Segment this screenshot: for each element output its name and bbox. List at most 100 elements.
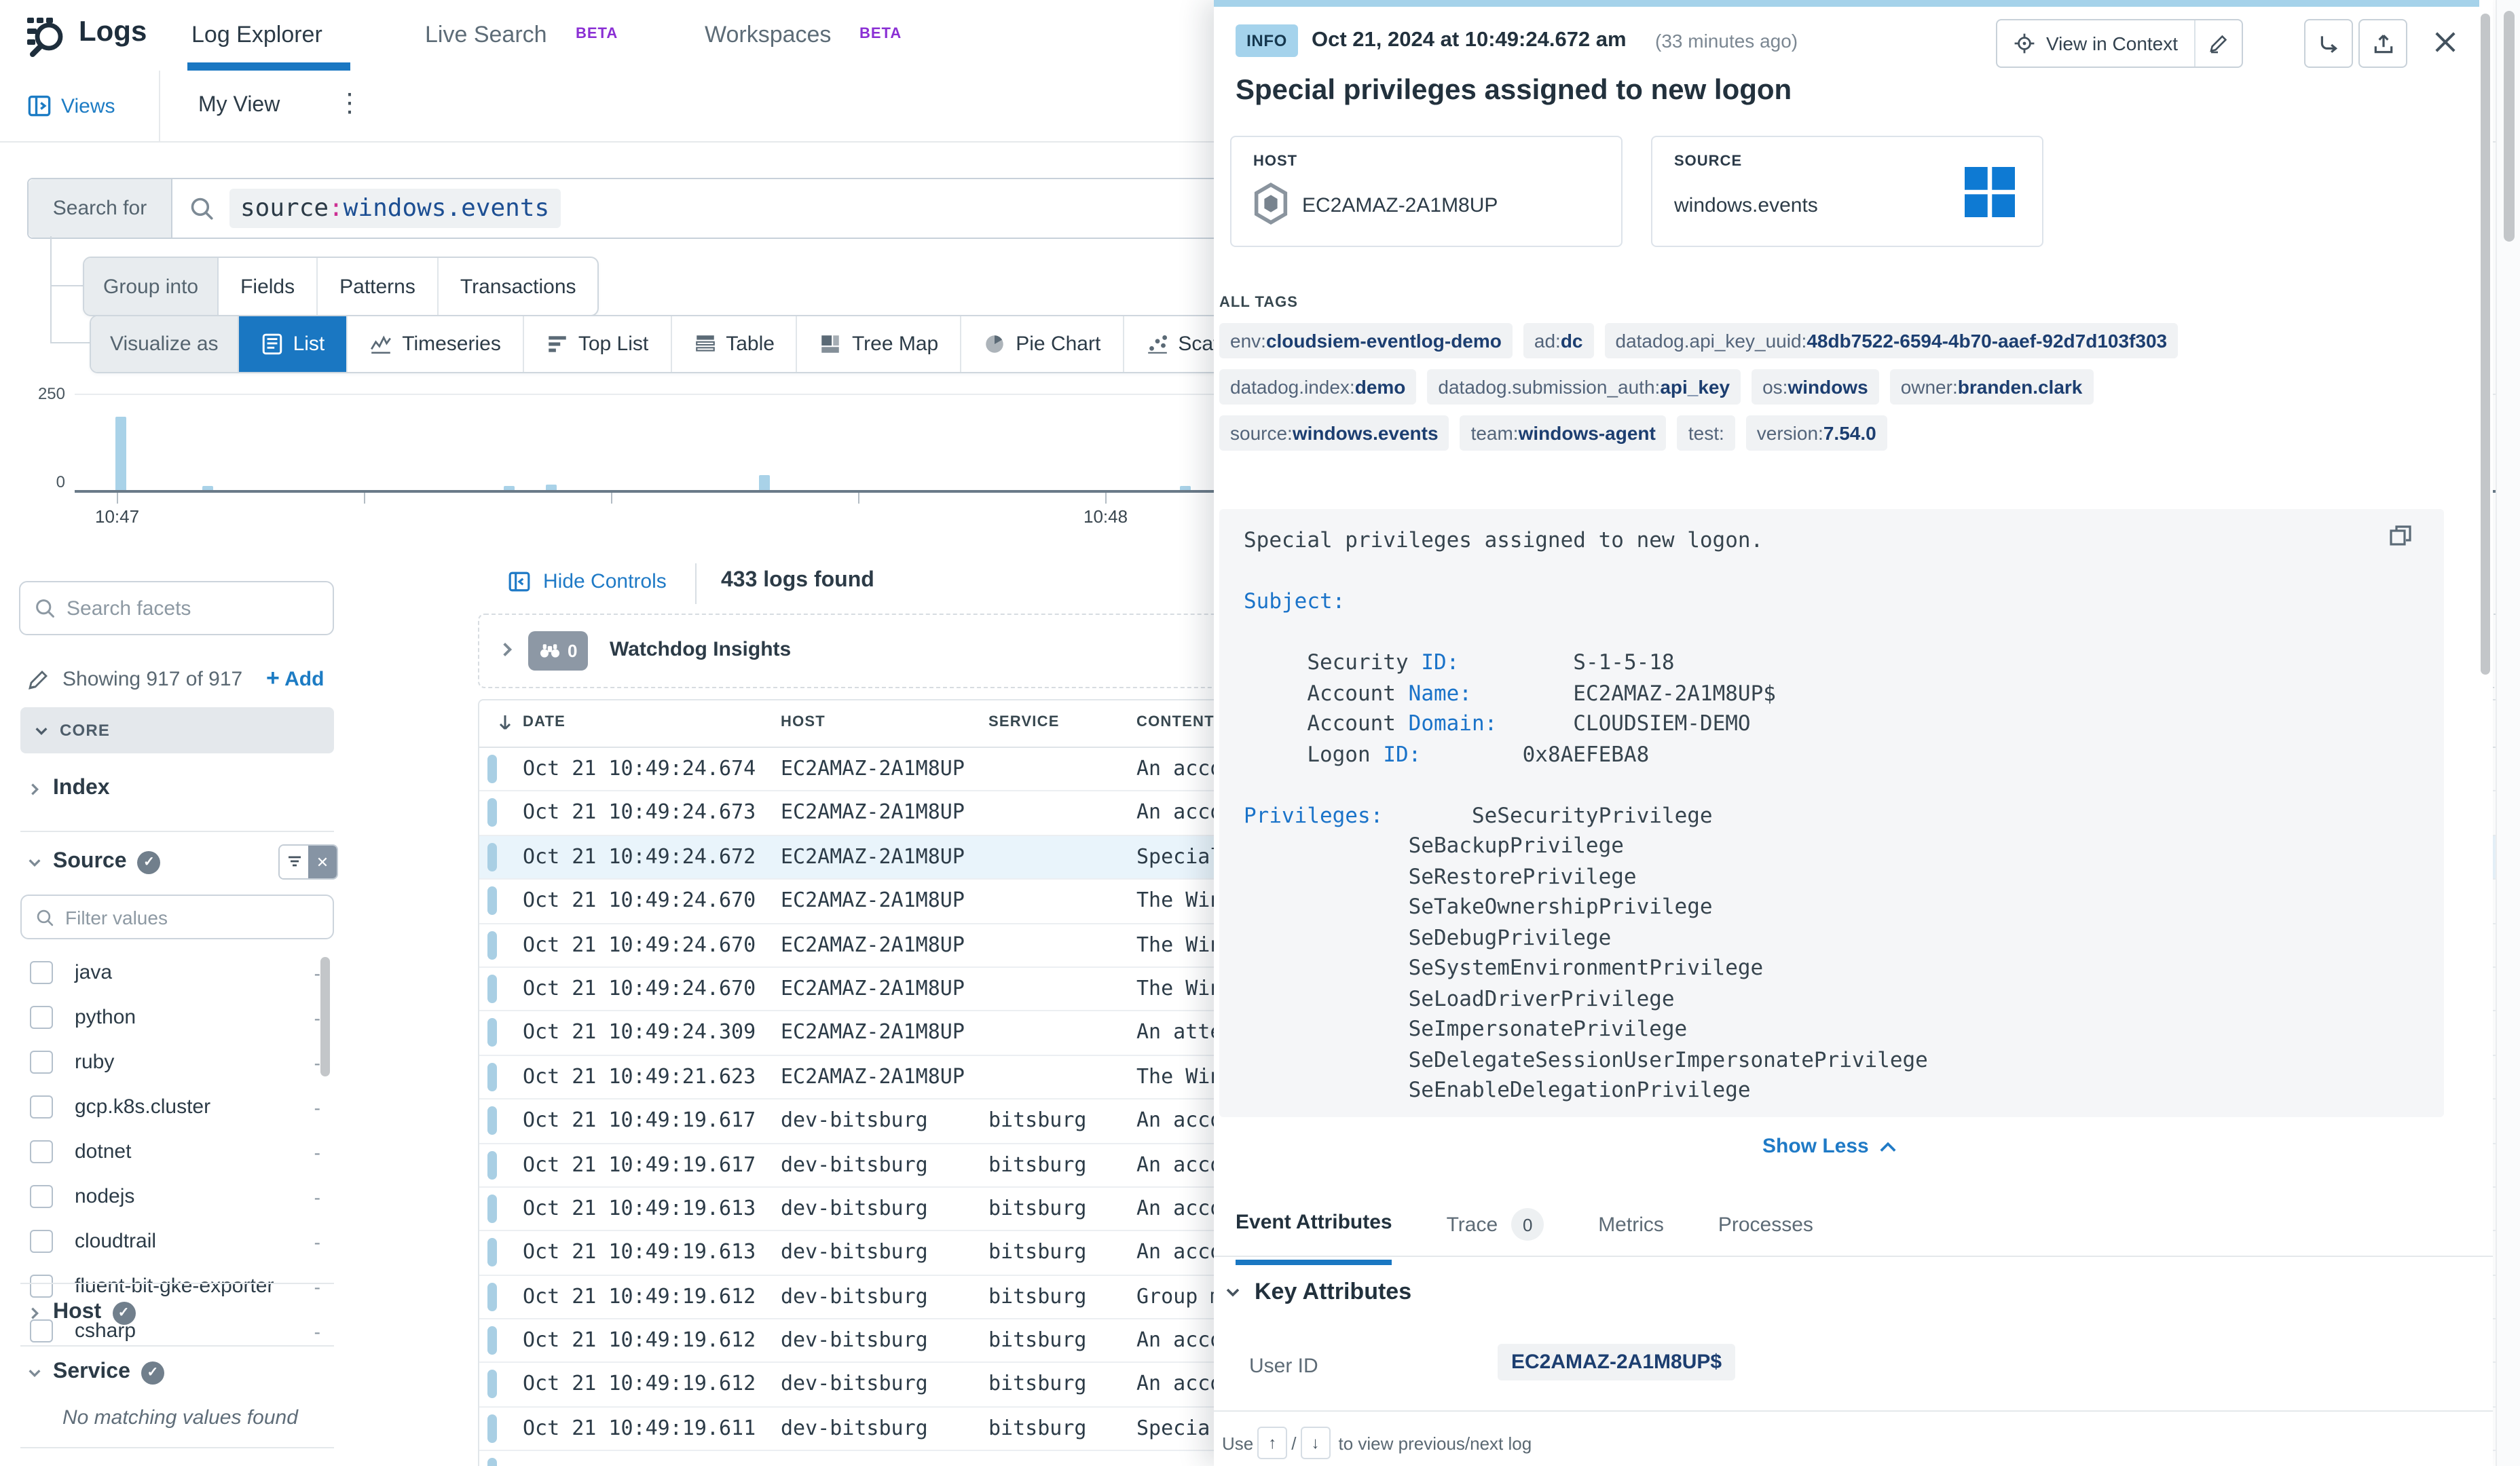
edit-icon[interactable] bbox=[2195, 20, 2242, 67]
facet-value-count: - bbox=[314, 962, 320, 983]
filter-values-input[interactable]: Filter values bbox=[20, 895, 334, 939]
tag-team[interactable]: team:windows-agent bbox=[1460, 415, 1667, 451]
panel-tab-label: Metrics bbox=[1598, 1213, 1664, 1236]
filter-icon[interactable] bbox=[280, 846, 308, 878]
log-cell: EC2AMAZ-2A1M8UP bbox=[781, 800, 965, 825]
facet-value-gcp.k8s.cluster[interactable]: gcp.k8s.cluster- bbox=[19, 1085, 334, 1129]
status-level-pill bbox=[487, 1106, 497, 1135]
checkbox[interactable] bbox=[30, 1230, 53, 1253]
close-icon[interactable] bbox=[2430, 27, 2460, 57]
view-options-kebab-icon[interactable]: ⋮ bbox=[337, 88, 363, 119]
log-cell: The Win bbox=[1136, 888, 1222, 912]
checkbox[interactable] bbox=[30, 961, 53, 984]
facet-service[interactable]: Service ✓ bbox=[27, 1360, 164, 1385]
tab-live-search[interactable]: Live Search bbox=[425, 22, 547, 49]
tab-log-explorer[interactable]: Log Explorer bbox=[191, 22, 322, 49]
source-card-label: SOURCE bbox=[1674, 153, 1742, 170]
column-header-date[interactable]: DATE bbox=[523, 714, 566, 730]
column-header-host[interactable]: HOST bbox=[781, 714, 826, 730]
log-cell: Oct 21 10:49:19.612 bbox=[523, 1372, 756, 1396]
checkbox[interactable] bbox=[30, 1006, 53, 1029]
facet-value-java[interactable]: java- bbox=[19, 950, 334, 995]
facet-source[interactable]: Source ✓ bbox=[27, 850, 161, 874]
chart-bar[interactable] bbox=[504, 486, 515, 490]
facet-source-label: Source bbox=[53, 850, 127, 874]
facet-value-count: - bbox=[314, 1230, 320, 1252]
checkbox[interactable] bbox=[30, 1185, 53, 1208]
checkbox[interactable] bbox=[30, 1140, 53, 1163]
facet-index[interactable]: Index bbox=[27, 776, 110, 801]
facet-value-dotnet[interactable]: dotnet- bbox=[19, 1129, 334, 1174]
group-tab-transactions[interactable]: Transactions bbox=[439, 258, 598, 315]
facet-value-label: ruby bbox=[75, 1051, 114, 1074]
panel-scrollbar[interactable] bbox=[2481, 14, 2490, 675]
chart-bar[interactable] bbox=[546, 485, 557, 490]
chart-bar[interactable] bbox=[202, 486, 213, 490]
hide-controls-button[interactable]: Hide Controls bbox=[508, 570, 667, 593]
tag-source[interactable]: source:windows.events bbox=[1219, 415, 1449, 451]
visualize-list[interactable]: List bbox=[239, 316, 348, 372]
sort-descending-icon[interactable] bbox=[497, 714, 513, 732]
tag-test[interactable]: test: bbox=[1678, 415, 1735, 451]
checkbox[interactable] bbox=[30, 1051, 53, 1074]
tag-env[interactable]: env:cloudsiem-eventlog-demo bbox=[1219, 323, 1513, 358]
core-group-header[interactable]: CORE bbox=[20, 707, 334, 753]
hide-controls-label: Hide Controls bbox=[543, 570, 667, 593]
column-header-content[interactable]: CONTENT bbox=[1136, 714, 1215, 730]
source-card[interactable]: SOURCE windows.events bbox=[1651, 136, 2043, 247]
chart-bar[interactable] bbox=[1180, 486, 1191, 490]
tag-os[interactable]: os:windows bbox=[1752, 369, 1879, 405]
group-tab-fields[interactable]: Fields bbox=[219, 258, 318, 315]
facet-value-label: dotnet bbox=[75, 1140, 131, 1163]
visualize-top-list[interactable]: Top List bbox=[524, 316, 671, 372]
related-logs-button[interactable] bbox=[2304, 19, 2353, 68]
add-facet-button[interactable]: + Add bbox=[266, 665, 324, 692]
facet-list-scrollbar[interactable] bbox=[320, 957, 330, 1076]
tab-workspaces[interactable]: Workspaces bbox=[705, 22, 831, 49]
column-header-service[interactable]: SERVICE bbox=[988, 714, 1060, 730]
visualize-table[interactable]: Table bbox=[671, 316, 798, 372]
show-less-button[interactable]: Show Less bbox=[1762, 1135, 1897, 1158]
checkbox[interactable] bbox=[30, 1275, 53, 1298]
clear-filter-icon[interactable]: ✕ bbox=[308, 846, 337, 878]
tag-datadog.submission_auth[interactable]: datadog.submission_auth:api_key bbox=[1427, 369, 1741, 405]
search-facets-input[interactable]: Search facets bbox=[19, 581, 334, 635]
facet-value-ruby[interactable]: ruby - bbox=[19, 1040, 334, 1085]
tag-ad[interactable]: ad:dc bbox=[1523, 323, 1594, 358]
facet-value-nodejs[interactable]: nodejs- bbox=[19, 1174, 334, 1219]
copy-icon[interactable] bbox=[2387, 523, 2414, 550]
host-card[interactable]: HOST EC2AMAZ-2A1M8UP bbox=[1230, 136, 1623, 247]
attribute-value[interactable]: EC2AMAZ-2A1M8UP$ bbox=[1498, 1344, 1735, 1380]
log-cell: bitsburg bbox=[988, 1328, 1087, 1352]
views-button[interactable]: Views bbox=[61, 95, 115, 118]
status-level-pill bbox=[487, 1414, 497, 1443]
log-detail-panel: INFO Oct 21, 2024 at 10:49:24.672 am (33… bbox=[1214, 0, 2493, 1466]
facet-value-cloudtrail[interactable]: cloudtrail- bbox=[19, 1219, 334, 1264]
tree-map-icon bbox=[819, 333, 842, 356]
tag-datadog.api_key_uuid[interactable]: datadog.api_key_uuid:48db7522-6594-4b70-… bbox=[1605, 323, 2179, 358]
query-token[interactable]: source:windows.events bbox=[229, 189, 560, 228]
tag-owner[interactable]: owner:branden.clark bbox=[1890, 369, 2094, 405]
chart-bar[interactable] bbox=[759, 475, 770, 490]
visualize-timeseries[interactable]: Timeseries bbox=[348, 316, 524, 372]
host-card-value: EC2AMAZ-2A1M8UP bbox=[1302, 194, 1498, 217]
group-tab-patterns[interactable]: Patterns bbox=[318, 258, 439, 315]
view-in-context-button[interactable]: View in Context bbox=[1997, 20, 2195, 67]
facet-value-python[interactable]: python- bbox=[19, 995, 334, 1040]
datadog-logs-logo[interactable] bbox=[23, 12, 69, 58]
search-facets-placeholder: Search facets bbox=[67, 597, 191, 620]
facet-value-count: - bbox=[314, 1051, 320, 1073]
key-attributes-header[interactable]: Key Attributes bbox=[1225, 1279, 1411, 1306]
window-scrollbar[interactable] bbox=[2504, 11, 2515, 242]
chart-bar[interactable] bbox=[115, 417, 126, 490]
tag-value: dc bbox=[1561, 330, 1583, 352]
visualize-pie-chart[interactable]: Pie Chart bbox=[961, 316, 1124, 372]
share-export-button[interactable] bbox=[2358, 19, 2407, 68]
tag-datadog.index[interactable]: datadog.index:demo bbox=[1219, 369, 1416, 405]
visualize-tree-map[interactable]: Tree Map bbox=[798, 316, 961, 372]
edit-facets-icon[interactable] bbox=[27, 669, 49, 691]
facet-host[interactable]: Host ✓ bbox=[27, 1300, 135, 1325]
x-axis-tick bbox=[1105, 493, 1107, 504]
checkbox[interactable] bbox=[30, 1095, 53, 1119]
tag-version[interactable]: version:7.54.0 bbox=[1746, 415, 1887, 451]
